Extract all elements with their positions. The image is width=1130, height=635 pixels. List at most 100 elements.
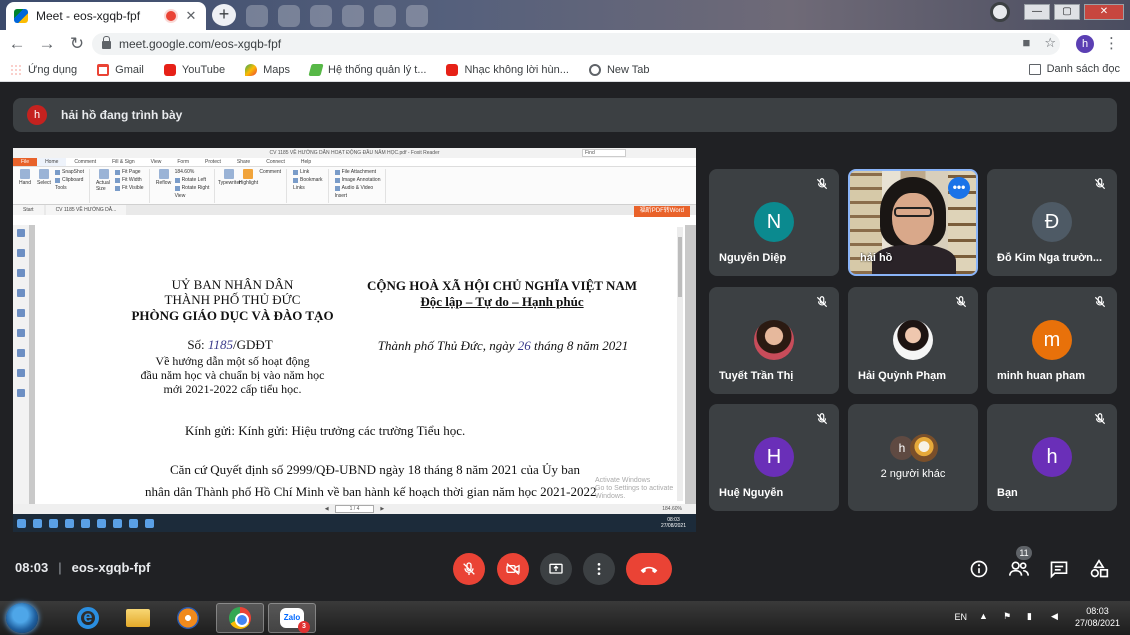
- ribbon-tab: Fill & Sign: [112, 159, 135, 165]
- ribbon-tab: Help: [300, 159, 312, 165]
- address-bar[interactable]: meet.google.com/eos-xgqb-fpf ■ ☆: [92, 33, 1060, 55]
- layers-icon: [17, 269, 25, 277]
- background-tab-icon[interactable]: [342, 5, 364, 27]
- chrome-icon: [229, 607, 251, 629]
- ribbon-group-insert: File Attachment Image Annotation Audio &…: [334, 169, 387, 203]
- youtube-icon: [163, 63, 176, 76]
- ribbon-tab: Home: [37, 158, 67, 166]
- ribbon-list: Comment: [259, 169, 282, 175]
- audio-video-icon: [334, 185, 340, 191]
- volume-icon[interactable]: ◀: [1051, 611, 1063, 623]
- mail-icon: [97, 518, 106, 528]
- background-tab-icon[interactable]: [278, 5, 300, 27]
- browser-tab-meet[interactable]: Meet - eos-xgqb-fpf ✕: [6, 2, 206, 30]
- rotate-left-icon: [174, 177, 180, 183]
- bookmark-star-icon[interactable]: ☆: [1044, 35, 1056, 51]
- chat-button[interactable]: [1048, 558, 1070, 580]
- more-options-button[interactable]: •••: [948, 177, 970, 199]
- shared-screen[interactable]: CV 1185 VỀ HƯỚNG DẪN HOẠT ĐỘNG ĐẦU NĂM H…: [13, 148, 696, 532]
- back-button[interactable]: ←: [4, 31, 30, 57]
- microphone-toggle-button[interactable]: [453, 553, 485, 585]
- participant-name: hải hồ: [860, 252, 893, 264]
- taskbar-internet-explorer[interactable]: e: [64, 603, 112, 633]
- bookmark-gmail[interactable]: Gmail: [97, 63, 144, 76]
- reflow-icon: [158, 169, 169, 179]
- close-window-button[interactable]: ✕: [1084, 4, 1124, 20]
- system-clock[interactable]: 08:03 27/08/2021: [1075, 605, 1120, 629]
- meeting-side-controls: 11: [968, 546, 1110, 580]
- participant-tile[interactable]: H Huệ Nguyễn: [709, 404, 839, 511]
- ribbon-tab: Form: [177, 159, 190, 165]
- present-screen-icon: [549, 563, 563, 574]
- taskbar-chrome[interactable]: [216, 603, 264, 633]
- mic-off-icon: [1094, 178, 1106, 190]
- fit-width-icon: [114, 177, 120, 183]
- lock-icon[interactable]: [102, 36, 111, 49]
- participant-tile-others[interactable]: h 2 người khác: [848, 404, 978, 511]
- taskbar-media-player[interactable]: [164, 603, 212, 633]
- taskbar-file-explorer[interactable]: [114, 603, 162, 633]
- participants-button[interactable]: 11: [1008, 546, 1032, 580]
- maximize-button[interactable]: ▢: [1054, 4, 1080, 20]
- meeting-details-button[interactable]: [968, 558, 990, 580]
- profile-circle-icon[interactable]: [990, 2, 1010, 22]
- leave-call-button[interactable]: [626, 553, 672, 585]
- profile-avatar[interactable]: h: [1076, 35, 1094, 53]
- participant-tile[interactable]: Đ Đỗ Kim Nga trườn...: [987, 169, 1117, 276]
- document-scrollbar: [677, 227, 683, 501]
- flag-icon[interactable]: ⚑: [1003, 611, 1015, 623]
- ie-icon: [49, 518, 58, 528]
- activities-button[interactable]: [1088, 558, 1110, 580]
- camera-icon[interactable]: ■: [1022, 35, 1030, 51]
- more-options-button[interactable]: [583, 553, 615, 585]
- bookmark-maps[interactable]: Maps: [245, 63, 290, 76]
- attachments-icon: [17, 309, 25, 317]
- bookmark-music[interactable]: Nhạc không lời hùn...: [446, 63, 569, 76]
- doc-recipient: Kính gửi: Kính gửi: Hiệu trưởng các trườ…: [185, 423, 466, 438]
- presenter-avatar: h: [27, 105, 47, 125]
- start-button[interactable]: [6, 603, 38, 633]
- reading-list-button[interactable]: Danh sách đọc: [1028, 63, 1120, 75]
- background-tab-icon[interactable]: [310, 5, 332, 27]
- background-tab-icon[interactable]: [406, 5, 428, 27]
- forward-button[interactable]: →: [34, 31, 60, 57]
- taskbar-zalo[interactable]: Zalo 3: [268, 603, 316, 633]
- reader-ribbon: Hand Select SnapShot Clipboard Tools Act…: [13, 167, 696, 205]
- bookmark-apps[interactable]: Ứng dụng: [10, 63, 77, 76]
- reader-titlebar: CV 1185 VỀ HƯỚNG DẪN HOẠT ĐỘNG ĐẦU NĂM H…: [13, 148, 696, 158]
- bookmark-new-tab[interactable]: New Tab: [588, 63, 650, 76]
- present-now-button[interactable]: [540, 553, 572, 585]
- participant-tile[interactable]: m minh huan pham: [987, 287, 1117, 394]
- language-indicator[interactable]: EN: [954, 612, 967, 622]
- background-tab-icon[interactable]: [374, 5, 396, 27]
- browser-toolbar: ← → ↻ meet.google.com/eos-xgqb-fpf ■ ☆ h…: [0, 30, 1130, 58]
- grouped-avatars: h: [890, 434, 940, 462]
- bookmark-management-system[interactable]: Hệ thống quản lý t...: [308, 63, 426, 76]
- ribbon-tab: Share: [236, 159, 251, 165]
- clipboard-icon: [55, 177, 60, 183]
- reader-document-tabs: Start CV 1185 VỀ HƯỚNG DẪ... 福昕PDF转Word: [13, 205, 696, 217]
- tab-close-icon[interactable]: ✕: [184, 8, 198, 24]
- participant-tile[interactable]: Tuyết Trần Thị: [709, 287, 839, 394]
- reload-button[interactable]: ↻: [64, 31, 90, 57]
- participant-tile[interactable]: Hải Quỳnh Phạm: [848, 287, 978, 394]
- participant-tile[interactable]: N Nguyễn Diệp: [709, 169, 839, 276]
- participant-name: Hải Quỳnh Phạm: [858, 370, 947, 382]
- camera-toggle-button[interactable]: [497, 553, 529, 585]
- doc-subject-line3: mới 2021-2022 cấp tiểu học.: [163, 382, 302, 396]
- internet-explorer-icon: e: [77, 607, 99, 629]
- show-hidden-icons-icon[interactable]: ▲: [979, 611, 991, 623]
- attachment-icon: [334, 169, 340, 175]
- new-tab-button[interactable]: +: [212, 4, 236, 26]
- participant-tile-self[interactable]: h Bạn: [987, 404, 1117, 511]
- participant-tile-speaking[interactable]: ••• hải hồ: [848, 169, 978, 276]
- doc-paragraph-line1: Căn cứ Quyết định số 2999/QĐ-UBND ngày 1…: [170, 462, 580, 477]
- network-icon[interactable]: ▮: [1027, 611, 1039, 623]
- presenter-text: hải hồ đang trình bày: [61, 108, 183, 122]
- url-text[interactable]: meet.google.com/eos-xgqb-fpf: [119, 37, 281, 51]
- bookmark-youtube[interactable]: YouTube: [163, 63, 225, 76]
- minimize-button[interactable]: —: [1024, 4, 1050, 20]
- browser-menu-icon[interactable]: ⋮: [1104, 34, 1119, 52]
- mic-off-icon: [463, 562, 475, 575]
- background-tab-icon[interactable]: [246, 5, 268, 27]
